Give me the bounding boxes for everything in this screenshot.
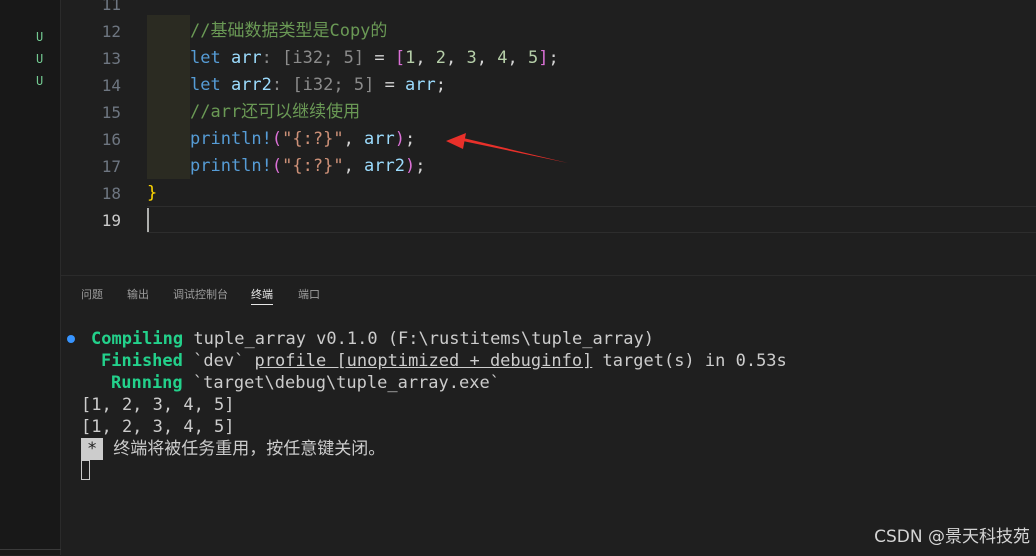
- code-text: //基础数据类型是Copy的: [190, 18, 387, 45]
- line-number: 19: [101, 211, 121, 230]
- bottom-panel: 问题 输出 调试控制台 终端 端口 Compiling tuple_array …: [61, 275, 1036, 555]
- code-token: ,: [476, 48, 498, 68]
- code-token: =: [384, 75, 406, 95]
- code-token: ;: [548, 48, 559, 68]
- code-token: 5: [343, 48, 354, 68]
- code-token: arr: [405, 75, 436, 95]
- line-number: 13: [101, 49, 121, 68]
- code-token: arr: [230, 48, 262, 68]
- line-number: 12: [101, 22, 121, 41]
- code-token: i32: [292, 48, 324, 68]
- explorer-sidebar: U U U: [0, 0, 61, 555]
- code-token: //arr还可以继续使用: [190, 102, 361, 122]
- code-text: println!("{:?}", arr2);: [190, 153, 426, 180]
- code-token: 1: [405, 48, 416, 68]
- code-token: println!: [190, 156, 272, 176]
- line-number: 17: [101, 157, 121, 176]
- code-token: =: [374, 48, 395, 68]
- code-line[interactable]: 12 //基础数据类型是Copy的: [61, 18, 1036, 45]
- terminal-reuse-notice: * 终端将被任务重用，按任意键关闭。: [81, 438, 385, 460]
- line-number: 15: [101, 103, 121, 122]
- code-token: ]: [364, 75, 385, 95]
- code-text: let arr2: [i32; 5] = arr;: [190, 72, 446, 99]
- watermark: CSDN @景天科技苑: [874, 527, 1030, 547]
- code-token: ,: [343, 129, 365, 149]
- code-text: //arr还可以继续使用: [190, 99, 360, 126]
- line-number: 16: [101, 130, 121, 149]
- git-status-untracked: U: [36, 52, 44, 66]
- code-line[interactable]: 14 let arr2: [i32; 5] = arr;: [61, 72, 1036, 99]
- code-token: ]: [353, 48, 375, 68]
- code-line[interactable]: 11: [61, 0, 1036, 18]
- text-cursor: [147, 208, 149, 232]
- code-token: "{:?}": [282, 129, 344, 149]
- terminal-line-compiling: Compiling tuple_array v0.1.0 (F:\rustite…: [91, 329, 654, 349]
- code-token: ;: [405, 129, 416, 149]
- code-token: arr: [364, 129, 395, 149]
- code-token: ,: [446, 48, 467, 68]
- code-line[interactable]: 15 //arr还可以继续使用: [61, 99, 1036, 126]
- line-number: 14: [101, 76, 121, 95]
- code-text: let arr: [i32; 5] = [1, 2, 3, 4, 5];: [190, 45, 559, 72]
- code-text: println!("{:?}", arr);: [190, 126, 415, 153]
- code-token: ): [405, 156, 416, 176]
- terminal-cursor: [81, 460, 90, 480]
- code-token: (: [271, 156, 283, 176]
- reuse-badge: *: [81, 438, 104, 460]
- code-token: }: [147, 183, 158, 203]
- code-token: arr2: [364, 156, 405, 176]
- code-token: ;: [333, 75, 354, 95]
- code-token: ;: [435, 75, 447, 95]
- code-token: let: [190, 48, 231, 68]
- code-token: ]: [538, 48, 549, 68]
- code-token: (: [271, 129, 283, 149]
- code-line[interactable]: 18}: [61, 180, 1036, 207]
- code-token: 5: [528, 48, 539, 68]
- code-token: ;: [323, 48, 344, 68]
- code-token: 5: [353, 75, 365, 95]
- terminal-line-finished: Finished `dev` profile [unoptimized + de…: [101, 351, 787, 371]
- git-status-untracked: U: [36, 74, 44, 88]
- code-token: ): [394, 129, 406, 149]
- code-token: arr2: [230, 75, 272, 95]
- code-token: //基础数据类型是Copy的: [190, 21, 388, 41]
- code-token: ,: [507, 48, 528, 68]
- code-token: 2: [435, 48, 447, 68]
- code-token: let: [190, 75, 231, 95]
- git-status-untracked: U: [36, 30, 44, 44]
- code-token: [: [394, 48, 406, 68]
- command-status-dot-icon: [67, 335, 75, 343]
- code-token: "{:?}": [282, 156, 344, 176]
- code-line[interactable]: 19: [61, 207, 1036, 234]
- sidebar-divider: [0, 549, 61, 555]
- terminal-line-running: Running `target\debug\tuple_array.exe`: [111, 373, 500, 393]
- terminal-output-line: [1, 2, 3, 4, 5]: [81, 417, 235, 437]
- code-line[interactable]: 17 println!("{:?}", arr2);: [61, 153, 1036, 180]
- terminal-view[interactable]: Compiling tuple_array v0.1.0 (F:\rustite…: [61, 276, 1036, 556]
- code-token: 3: [466, 48, 477, 68]
- code-token: println!: [190, 129, 272, 149]
- code-token: ,: [415, 48, 436, 68]
- code-line[interactable]: 16 println!("{:?}", arr);: [61, 126, 1036, 153]
- code-line[interactable]: 13 let arr: [i32; 5] = [1, 2, 3, 4, 5];: [61, 45, 1036, 72]
- code-editor[interactable]: 11 12//基础数据类型是Copy的 13 let arr: [i32; 5] = …: [61, 0, 1036, 275]
- code-token: ;: [415, 156, 426, 176]
- line-number: 11: [101, 0, 121, 14]
- code-token: 4: [497, 48, 508, 68]
- code-token: i32: [302, 75, 334, 95]
- code-token: : [: [271, 75, 303, 95]
- terminal-output-line: [1, 2, 3, 4, 5]: [81, 395, 235, 415]
- line-number: 18: [101, 184, 121, 203]
- code-token: ,: [343, 156, 365, 176]
- code-token: : [: [261, 48, 293, 68]
- code-text: }: [147, 180, 157, 207]
